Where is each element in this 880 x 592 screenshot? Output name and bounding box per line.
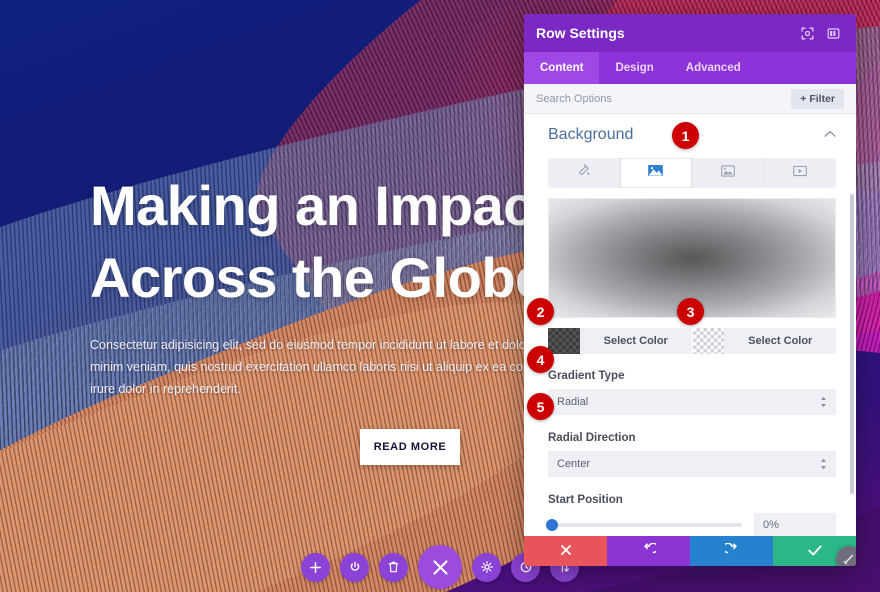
app-root: Making an Impact Across the Globe Consec… [0, 0, 880, 592]
redo-arrow-icon [721, 542, 739, 559]
close-x-icon [432, 559, 449, 576]
gradient-type-label: Gradient Type [548, 370, 625, 382]
annotation-badge-2: 2 [527, 298, 554, 325]
tab-content[interactable]: Content [524, 52, 600, 84]
delete-button[interactable] [379, 552, 408, 582]
section-title-background: Background [548, 126, 634, 143]
toggle-wireframe-button[interactable] [340, 552, 369, 582]
chevron-updown-icon [820, 458, 827, 470]
background-type-tabs [548, 158, 836, 188]
gradient-color-stops: Select Color Select Color [548, 328, 836, 354]
filter-button[interactable]: + Filter [791, 88, 844, 109]
tab-advanced[interactable]: Advanced [670, 52, 757, 84]
gradient-color-right-swatch[interactable] [692, 328, 725, 354]
undo-button[interactable] [607, 536, 690, 566]
search-input[interactable] [536, 92, 792, 105]
image-icon [721, 164, 735, 182]
chevron-updown-icon [820, 396, 827, 408]
gradient-type-select[interactable]: Radial [548, 389, 836, 415]
radial-direction-label: Radial Direction [548, 432, 636, 444]
start-position-slider[interactable] [545, 519, 742, 531]
gradient-color-right: Select Color [692, 328, 837, 354]
start-position-slider-knob[interactable] [545, 519, 558, 531]
close-x-icon [560, 544, 572, 559]
plus-icon [310, 561, 321, 573]
row-settings-panel: Row Settings Content Design Advanced Sea… [524, 14, 856, 566]
cancel-button[interactable] [524, 536, 607, 566]
layout-columns-icon[interactable] [822, 22, 844, 44]
gradient-image-icon [648, 164, 664, 182]
annotation-badge-4: 4 [527, 346, 554, 373]
gradient-color-left: Select Color [548, 328, 692, 354]
background-color-tab[interactable] [548, 158, 621, 188]
gradient-color-left-button[interactable]: Select Color [580, 335, 692, 347]
panel-scrollbar[interactable] [850, 194, 854, 494]
chevron-up-icon[interactable] [824, 129, 836, 141]
start-position-value[interactable]: 0% [754, 513, 836, 536]
start-position-slider-row: 0% [545, 513, 836, 536]
radial-direction-value: Center [557, 458, 591, 470]
background-image-tab[interactable] [693, 158, 765, 188]
background-gradient-tab[interactable] [620, 158, 693, 188]
background-video-tab[interactable] [765, 158, 836, 188]
trash-icon [388, 561, 399, 573]
search-row: + Filter [524, 84, 856, 114]
expand-icon[interactable] [796, 22, 818, 44]
panel-resize-handle[interactable] [836, 546, 856, 566]
start-position-label: Start Position [548, 494, 623, 506]
redo-button[interactable] [690, 536, 773, 566]
checkmark-icon [807, 544, 822, 559]
settings-button[interactable] [472, 552, 501, 582]
gradient-color-left-swatch[interactable] [548, 328, 580, 354]
panel-scroll-area: Background Select Color Select Color Gra… [524, 114, 856, 536]
power-icon [349, 561, 361, 573]
gradient-type-value: Radial [557, 396, 589, 408]
add-section-button[interactable] [301, 552, 330, 582]
video-icon [793, 164, 808, 182]
paint-drop-icon [577, 164, 590, 182]
gear-icon [480, 561, 493, 573]
close-builder-button[interactable] [418, 545, 462, 589]
undo-arrow-icon [642, 542, 659, 559]
annotation-badge-3: 3 [677, 298, 704, 325]
panel-body: Background Select Color Select Color Gra… [524, 114, 856, 536]
panel-tab-bar: Content Design Advanced [524, 52, 856, 84]
read-more-button[interactable]: READ MORE [360, 428, 460, 465]
panel-header: Row Settings [524, 14, 856, 52]
radial-direction-select[interactable]: Center [548, 451, 836, 477]
annotation-badge-1: 1 [672, 122, 699, 149]
gradient-color-right-button[interactable]: Select Color [725, 335, 837, 347]
panel-title: Row Settings [536, 25, 625, 41]
panel-footer [524, 536, 856, 566]
tab-design[interactable]: Design [599, 52, 669, 84]
annotation-badge-5: 5 [527, 393, 554, 420]
